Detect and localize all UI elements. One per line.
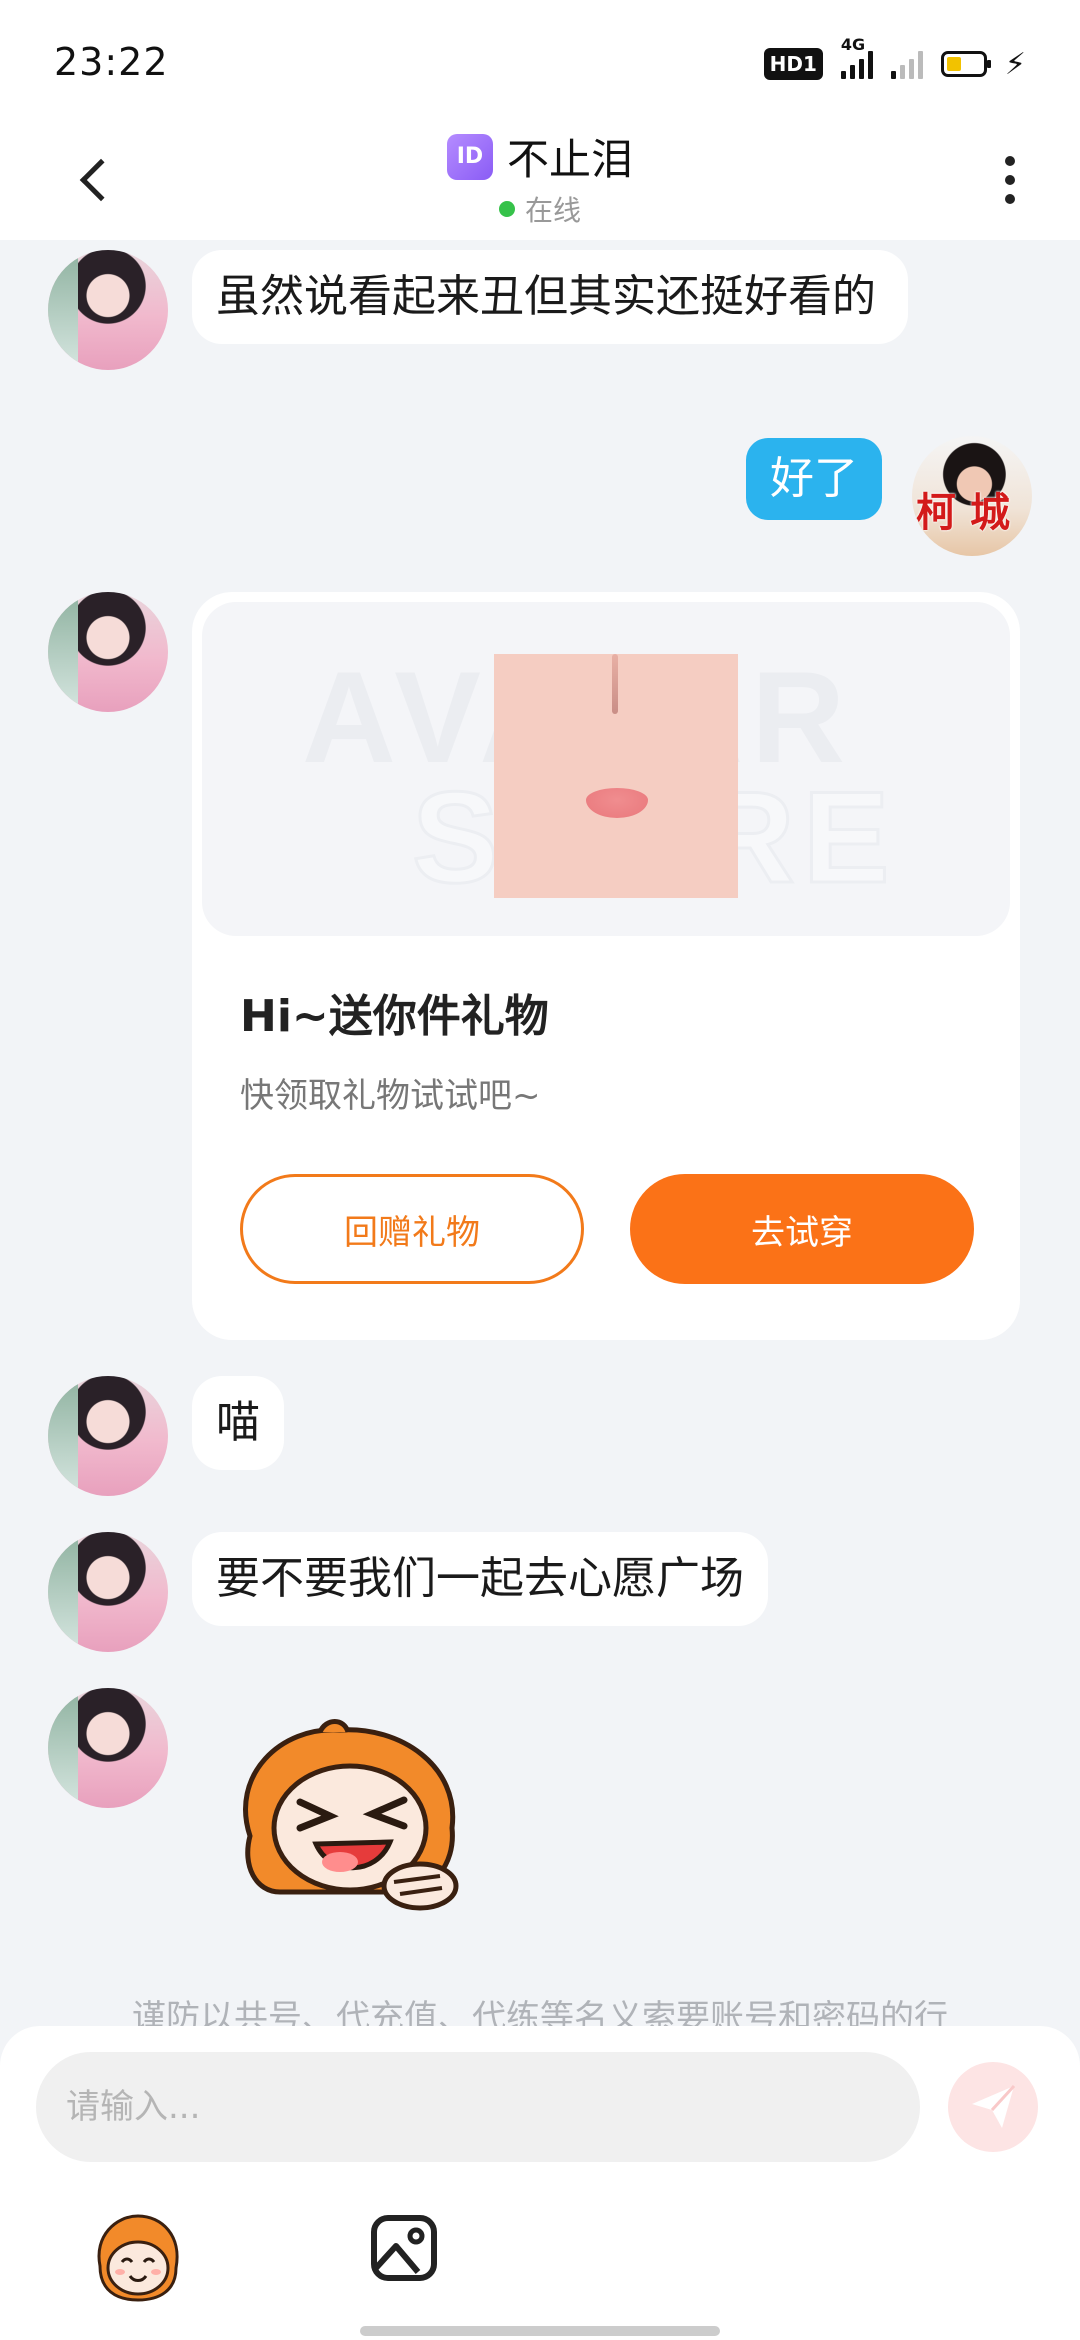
home-indicator[interactable] [360, 2326, 720, 2336]
hd-icon: HD1 [763, 48, 823, 80]
contact-avatar[interactable] [48, 1532, 168, 1652]
id-badge-icon: ID [446, 133, 493, 180]
gift-subtitle: 快领取礼物试试吧~ [240, 1076, 541, 1116]
battery-icon [940, 51, 991, 77]
gift-card[interactable]: AVATAR STORE Hi~送你件礼物 快领取礼物试试吧~ 回赠礼物 去试穿 [192, 592, 1020, 1340]
message-bubble[interactable]: 要不要我们一起去心愿广场 [192, 1532, 768, 1626]
contact-avatar[interactable] [48, 1688, 168, 1808]
contact-name[interactable]: 不止泪 [507, 126, 633, 187]
more-options-button[interactable] [980, 140, 1040, 220]
chat-header: ID 不止泪 在线 [0, 120, 1080, 240]
mascot-emoji-icon[interactable] [90, 2210, 184, 2304]
self-avatar[interactable]: 柯城 [912, 436, 1032, 556]
self-message-bubble[interactable]: 好了 [746, 438, 882, 520]
contact-avatar[interactable] [48, 1376, 168, 1496]
laughing-mascot-sticker-icon[interactable] [220, 1716, 470, 1916]
charging-icon: ⚡ [1004, 46, 1026, 82]
avatar-stamp-text: 柯城 [916, 490, 1024, 536]
image-icon[interactable] [368, 2212, 440, 2284]
paper-plane-icon [972, 2084, 1016, 2128]
return-gift-button[interactable]: 回赠礼物 [240, 1174, 584, 1284]
composer-panel [0, 2026, 1080, 2340]
status-time: 23:22 [54, 40, 169, 84]
gift-preview[interactable]: AVATAR STORE [202, 602, 1010, 936]
message-bubble[interactable]: 虽然说看起来丑但其实还挺好看的 [192, 250, 908, 344]
cell-signal-icon: 4G [840, 35, 873, 79]
try-on-button[interactable]: 去试穿 [630, 1174, 974, 1284]
online-dot-icon [498, 201, 515, 217]
gift-title: Hi~送你件礼物 [240, 991, 549, 1042]
send-button[interactable] [948, 2062, 1038, 2152]
status-icons: HD1 4G ⚡ [763, 35, 1026, 84]
message-input[interactable] [36, 2052, 920, 2162]
contact-avatar[interactable] [48, 592, 168, 712]
online-status-label: 在线 [524, 194, 581, 227]
network-type-label: 4G [840, 35, 866, 54]
online-status: 在线 [498, 189, 581, 229]
chat-title-block: ID 不止泪 在线 [0, 126, 1080, 229]
contact-avatar[interactable] [48, 250, 168, 370]
cell-signal-2-icon [890, 49, 923, 79]
message-bubble[interactable]: 喵 [192, 1376, 284, 1470]
gift-item-image [494, 654, 738, 898]
status-bar: 23:22 HD1 4G ⚡ [0, 0, 1080, 120]
